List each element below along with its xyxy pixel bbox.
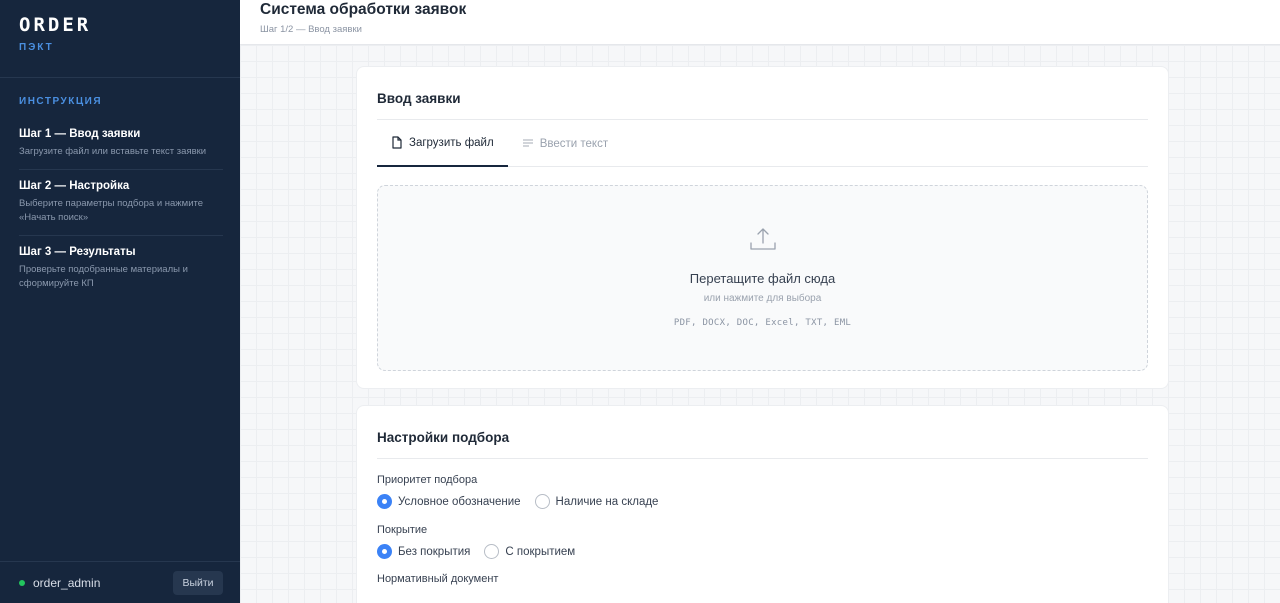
step-item-2: Шаг 2 — Настройка Выберите параметры под… — [19, 170, 223, 236]
priority-options: Условное обозначение Наличие на складе — [377, 494, 1148, 509]
input-card-title: Ввод заявки — [377, 67, 1148, 120]
input-card: Ввод заявки Загрузить файл Ввести текст … — [356, 66, 1169, 389]
step-item-3: Шаг 3 — Результаты Проверьте подобранные… — [19, 236, 223, 301]
file-dropzone[interactable]: Перетащите файл сюда или нажмите для выб… — [377, 185, 1148, 371]
normative-group: Нормативный документ — [377, 573, 1148, 585]
radio-label: Без покрытия — [398, 545, 471, 558]
file-icon — [392, 136, 402, 149]
username: order_admin — [33, 575, 101, 590]
instruction-steps: Шаг 1 — Ввод заявки Загрузите файл или в… — [19, 122, 223, 301]
breadcrumb: Шаг 1/2 — Ввод заявки — [260, 24, 362, 35]
tab-upload-file[interactable]: Загрузить файл — [377, 120, 508, 167]
dropzone-subtitle: или нажмите для выбора — [703, 293, 822, 304]
logout-button[interactable]: Выйти — [173, 570, 223, 595]
step-description: Загрузите файл или вставьте текст заявки — [19, 146, 207, 157]
dropzone-title: Перетащите файл сюда — [689, 271, 836, 286]
radio-unchecked-icon[interactable] — [534, 494, 550, 509]
step-description: Проверьте подобранные материалы и сформи… — [19, 264, 188, 289]
step-title: Шаг 2 — Настройка — [19, 180, 130, 192]
main-content: Ввод заявки Загрузить файл Ввести текст … — [240, 45, 1280, 603]
tab-label: Загрузить файл — [409, 136, 494, 149]
normative-label: Нормативный документ — [377, 573, 499, 585]
step-title: Шаг 1 — Ввод заявки — [19, 128, 141, 140]
priority-group: Приоритет подбора Условное обозначение Н… — [377, 474, 1148, 509]
settings-card: Настройки подбора Приоритет подбора Усло… — [356, 405, 1169, 603]
input-tabs: Загрузить файл Ввести текст — [377, 120, 1148, 167]
online-status-icon — [19, 579, 25, 586]
radio-checked-icon[interactable] — [377, 544, 392, 559]
priority-label: Приоритет подбора — [377, 474, 478, 486]
page-header: Система обработки заявок Шаг 1/2 — Ввод … — [240, 0, 1280, 45]
step-description: Выберите параметры подбора и нажмите «На… — [19, 198, 204, 223]
tab-enter-text[interactable]: Ввести текст — [508, 120, 622, 167]
upload-icon — [749, 228, 776, 250]
tab-label: Ввести текст — [539, 137, 609, 150]
sidebar: ORDER ПЭКТ ИНСТРУКЦИЯ Шаг 1 — Ввод заявк… — [0, 0, 240, 603]
step-title: Шаг 3 — Результаты — [19, 246, 136, 258]
radio-unchecked-icon[interactable] — [484, 544, 500, 559]
settings-card-title: Настройки подбора — [377, 406, 1148, 459]
coating-options: Без покрытия С покрытием — [377, 544, 1148, 559]
radio-option-with-coating[interactable]: С покрытием — [484, 544, 575, 559]
radio-label: Условное обозначение — [398, 495, 521, 508]
radio-checked-icon[interactable] — [377, 494, 392, 509]
brand-subtitle: ПЭКТ — [19, 42, 54, 53]
step-item-1: Шаг 1 — Ввод заявки Загрузите файл или в… — [19, 122, 223, 170]
radio-option-designation[interactable]: Условное обозначение — [377, 494, 521, 509]
page-title: Система обработки заявок — [260, 1, 467, 18]
text-lines-icon — [522, 139, 533, 147]
coating-label: Покрытие — [377, 524, 428, 536]
radio-label: С покрытием — [505, 545, 576, 558]
dropzone-formats: PDF, DOCX, DOC, Excel, TXT, EML — [673, 318, 852, 328]
radio-label: Наличие на складе — [555, 495, 659, 508]
coating-group: Покрытие Без покрытия С покрытием — [377, 524, 1148, 559]
radio-option-stock[interactable]: Наличие на складе — [534, 494, 659, 509]
instructions-heading: ИНСТРУКЦИЯ — [19, 96, 103, 107]
brand: ORDER ПЭКТ — [0, 0, 240, 78]
user-panel: order_admin Выйти — [0, 561, 240, 603]
radio-option-no-coating[interactable]: Без покрытия — [377, 544, 470, 559]
brand-name: ORDER — [19, 14, 92, 36]
